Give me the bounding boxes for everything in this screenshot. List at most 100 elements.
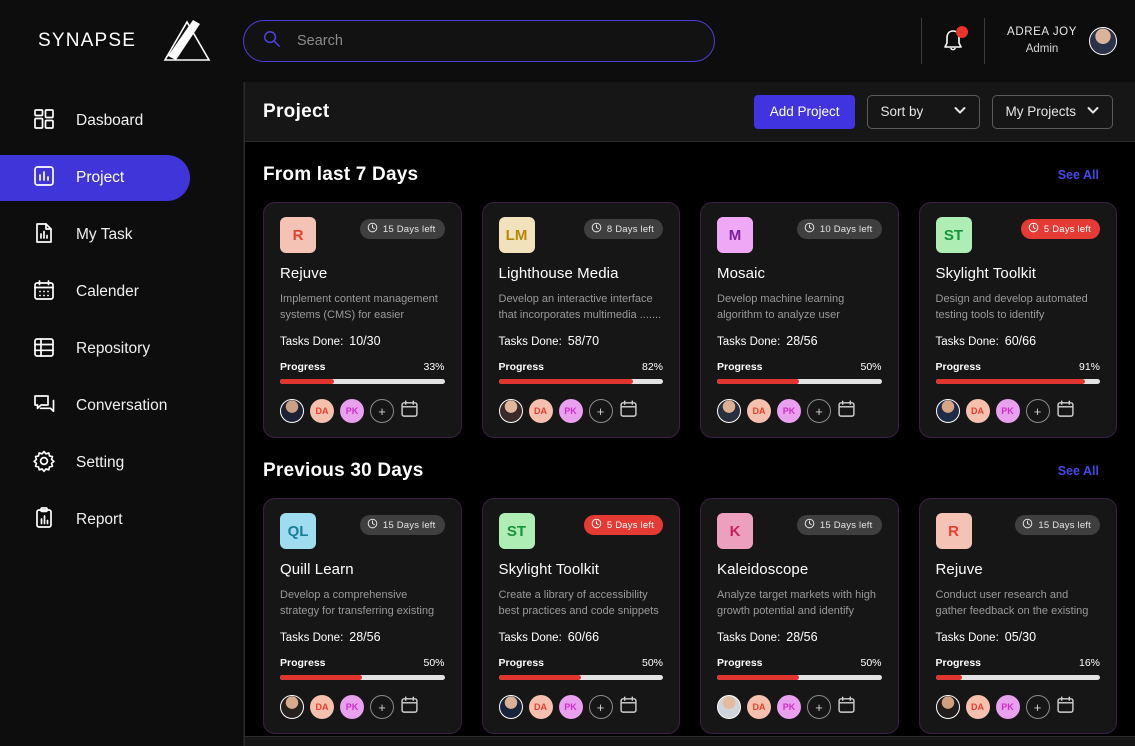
member-avatar[interactable]: DA: [528, 695, 553, 719]
add-member-button[interactable]: +: [370, 399, 394, 423]
add-member-button[interactable]: +: [807, 399, 831, 423]
add-member-button[interactable]: +: [370, 695, 394, 719]
member-avatar-photo[interactable]: [498, 399, 523, 423]
tasks-done-value: 28/56: [349, 630, 381, 644]
progress-fill: [935, 675, 962, 680]
member-avatar-photo[interactable]: [280, 399, 304, 423]
progress-fill: [935, 379, 1086, 384]
sidebar-item-repository[interactable]: Repository: [0, 326, 190, 372]
sidebar-item-conversation[interactable]: Conversation: [0, 383, 190, 429]
member-avatar[interactable]: DA: [747, 695, 771, 719]
days-left-badge: 15 Days left: [359, 515, 445, 535]
tasks-done-row: Tasks Done: 28/56: [280, 630, 445, 644]
user-profile[interactable]: ADREA JOY Admin: [1003, 24, 1117, 59]
card-calendar-button[interactable]: [619, 695, 638, 719]
notification-badge: [956, 26, 969, 38]
progress-percent: 91%: [1078, 361, 1100, 373]
sidebar-item-calender[interactable]: Calender: [0, 269, 190, 315]
member-avatar[interactable]: PK: [558, 695, 583, 719]
project-card[interactable]: R 15 Days left Rejuve Conduct user resea…: [918, 498, 1117, 734]
brand[interactable]: SYNAPSE: [38, 18, 243, 64]
add-member-button[interactable]: +: [588, 399, 613, 423]
project-card[interactable]: LM 8 Days left Lighthouse Media Develop …: [481, 202, 680, 438]
top-bar: SYNAPSE Search ADREA JOY Admin: [0, 0, 1135, 82]
progress-header: Progress 50%: [280, 657, 445, 669]
tasks-done-label: Tasks Done:: [498, 632, 562, 644]
card-calendar-button[interactable]: [619, 399, 638, 423]
see-all-link[interactable]: See All: [1058, 168, 1099, 182]
member-avatar[interactable]: PK: [777, 695, 801, 719]
progress-label: Progress: [280, 657, 326, 669]
project-description: Analyze target markets with high growth …: [717, 589, 876, 618]
progress-percent: 82%: [641, 361, 663, 373]
member-avatar-photo[interactable]: [717, 695, 741, 719]
card-calendar-button[interactable]: [400, 695, 419, 719]
project-card[interactable]: ST 5 Days left Skylight Toolkit Create a…: [481, 498, 680, 734]
project-description: Design and develop automated testing too…: [935, 293, 1088, 322]
sidebar-item-dasboard[interactable]: Dasboard: [0, 98, 190, 144]
member-avatar-photo[interactable]: [935, 399, 960, 423]
clock-icon: [591, 518, 602, 532]
days-left-label: 5 Days left: [1043, 223, 1091, 235]
notification-button[interactable]: [940, 26, 969, 55]
add-member-button[interactable]: +: [1025, 399, 1050, 423]
card-calendar-button[interactable]: [1056, 695, 1075, 719]
add-member-button[interactable]: +: [807, 695, 831, 719]
member-avatar[interactable]: PK: [777, 399, 801, 423]
avatar[interactable]: [1089, 27, 1117, 55]
calendar-icon: [838, 696, 855, 713]
project-card[interactable]: M 10 Days left Mosaic Develop machine le…: [700, 202, 899, 438]
member-avatar[interactable]: PK: [995, 399, 1020, 423]
see-all-link[interactable]: See All: [1058, 464, 1099, 478]
member-avatar-photo[interactable]: [498, 695, 523, 719]
my-projects-dropdown[interactable]: My Projects: [992, 94, 1113, 129]
add-member-button[interactable]: +: [588, 695, 613, 719]
progress-track: [717, 675, 882, 680]
add-member-button[interactable]: +: [1025, 695, 1050, 719]
progress-track: [498, 675, 663, 680]
member-avatar-photo[interactable]: [717, 399, 741, 423]
member-avatar[interactable]: DA: [965, 399, 990, 423]
progress-percent: 50%: [423, 657, 445, 669]
card-calendar-button[interactable]: [837, 399, 856, 423]
sidebar-item-report[interactable]: Report: [0, 497, 190, 543]
member-avatar-group: DA PK +: [935, 399, 1056, 423]
member-avatar-photo[interactable]: [935, 695, 960, 719]
search-input[interactable]: [297, 33, 696, 49]
member-avatar[interactable]: PK: [995, 695, 1020, 719]
sort-by-dropdown[interactable]: Sort by: [867, 94, 981, 129]
tasks-done-label: Tasks Done:: [498, 336, 562, 348]
clock-icon: [804, 518, 815, 532]
sidebar-item-my-task[interactable]: My Task: [0, 212, 190, 258]
header-actions: Add Project Sort by My Projects: [753, 94, 1113, 129]
progress-label: Progress: [935, 361, 982, 373]
member-avatar[interactable]: PK: [340, 695, 364, 719]
member-avatar-photo[interactable]: [280, 695, 304, 719]
tasks-done-row: Tasks Done: 60/66: [936, 334, 1101, 348]
progress-label: Progress: [280, 361, 326, 373]
search-box[interactable]: [243, 20, 715, 62]
member-avatar[interactable]: DA: [528, 399, 553, 423]
member-avatar[interactable]: DA: [310, 695, 334, 719]
project-card[interactable]: K 15 Days left Kaleidoscope Analyze targ…: [700, 498, 899, 734]
project-card[interactable]: R 15 Days left Rejuve Implement content …: [263, 202, 462, 438]
gear-icon: [32, 449, 56, 478]
progress-header: Progress 50%: [717, 361, 882, 373]
member-avatar[interactable]: DA: [965, 695, 990, 719]
project-card[interactable]: QL 15 Days left Quill Learn Develop a co…: [263, 498, 462, 734]
member-avatar[interactable]: DA: [747, 399, 771, 423]
card-calendar-button[interactable]: [1056, 399, 1075, 423]
sidebar-item-project[interactable]: Project: [0, 155, 190, 201]
member-avatar[interactable]: PK: [340, 399, 364, 423]
member-avatar[interactable]: PK: [558, 399, 583, 423]
card-calendar-button[interactable]: [837, 695, 856, 719]
project-description: Implement content management systems (CM…: [280, 293, 438, 322]
sidebar-item-setting[interactable]: Setting: [0, 440, 190, 486]
tasks-done-row: Tasks Done: 60/66: [499, 630, 664, 644]
project-card[interactable]: ST 5 Days left Skylight Toolkit Design a…: [918, 202, 1117, 438]
member-avatar[interactable]: DA: [310, 399, 334, 423]
tasks-done-label: Tasks Done:: [935, 632, 999, 644]
add-project-button[interactable]: Add Project: [753, 94, 856, 129]
days-left-label: 8 Days left: [606, 223, 654, 235]
card-calendar-button[interactable]: [400, 399, 419, 423]
